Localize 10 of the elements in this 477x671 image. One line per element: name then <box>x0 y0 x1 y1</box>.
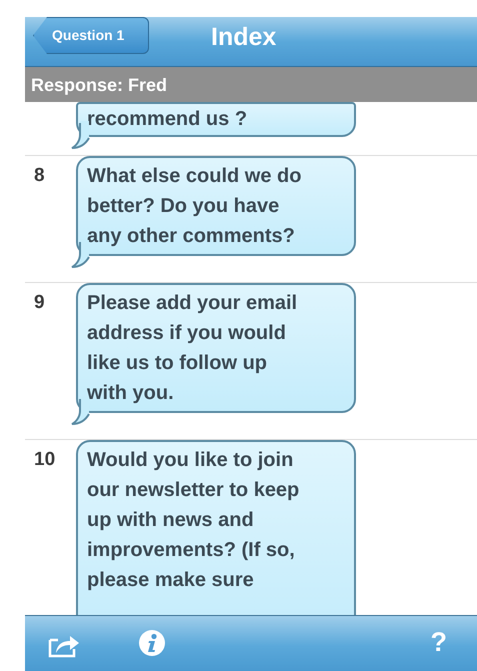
info-icon[interactable] <box>138 629 166 657</box>
question-bubble[interactable]: Please add your email address if you would like us to follow up with you. <box>76 283 356 413</box>
question-bubble[interactable]: Would you like to join our newsletter to keep up with news and improvements? (If so, please make sure <box>76 440 356 615</box>
question-bubble[interactable]: recommend us ? <box>76 102 356 137</box>
response-label: Response: Fred <box>31 76 168 94</box>
question-number: 9 <box>34 292 45 313</box>
question-bubble[interactable]: What else could we do better? Do you have any other comments? <box>76 156 356 256</box>
screen-title: Index <box>211 22 276 53</box>
question-number: 8 <box>34 165 45 186</box>
question-number: 10 <box>34 449 56 470</box>
